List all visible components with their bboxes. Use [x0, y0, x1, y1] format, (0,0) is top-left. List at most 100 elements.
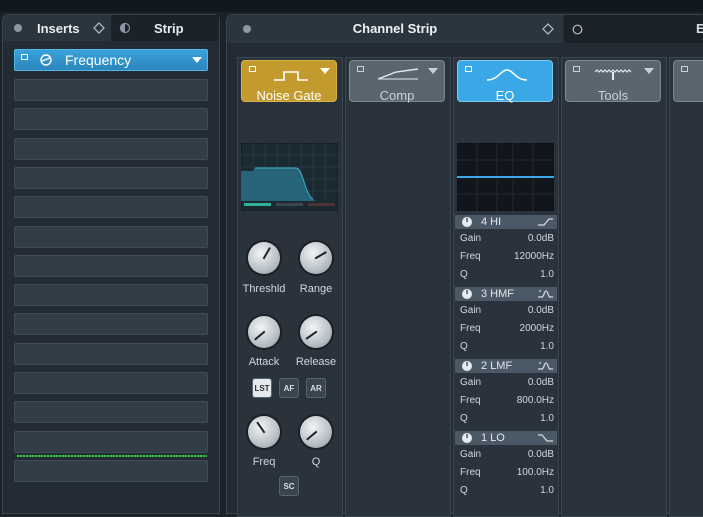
eq-gain-label: Gain: [460, 233, 482, 244]
bypass-icon[interactable]: [573, 66, 580, 72]
insert-slot[interactable]: [14, 284, 208, 307]
tab-strip[interactable]: Strip: [111, 15, 219, 41]
channel-strip-header: Channel Strip: [227, 15, 563, 43]
insert-slot-frequency[interactable]: Frequency: [14, 49, 208, 71]
insert-slot[interactable]: [14, 137, 208, 160]
insert-slot[interactable]: [14, 313, 208, 336]
eq-button[interactable]: EQ: [457, 60, 553, 103]
filter-shape-icon[interactable]: [537, 433, 554, 443]
threshold-knob[interactable]: [248, 242, 280, 274]
bypass-icon[interactable]: [249, 66, 256, 72]
comp-curve-icon: [377, 68, 419, 80]
noise-gate-button[interactable]: Noise Gate: [241, 60, 337, 103]
eq-q-value[interactable]: 1.0: [540, 485, 554, 496]
filter-shape-icon[interactable]: [537, 217, 554, 227]
eq-q-row[interactable]: Q 1.0: [460, 485, 554, 503]
dropdown-arrow-icon[interactable]: [644, 68, 654, 74]
insert-slot[interactable]: [14, 254, 208, 277]
bypass-icon[interactable]: [21, 54, 28, 60]
tools-button[interactable]: Tools: [565, 60, 661, 103]
insert-slot[interactable]: [14, 225, 208, 248]
q-knob[interactable]: [300, 416, 332, 448]
eq-freq-row[interactable]: Freq 100.0Hz: [460, 467, 554, 485]
eq-gain-row[interactable]: Gain 0.0dB: [460, 449, 554, 467]
bypass-icon[interactable]: [357, 66, 364, 72]
power-icon[interactable]: [461, 432, 473, 444]
filter-shape-icon[interactable]: [537, 361, 554, 371]
eq-freq-label: Freq: [460, 251, 481, 262]
insert-slot[interactable]: [14, 430, 208, 453]
eq-gain-value[interactable]: 0.0dB: [528, 233, 554, 244]
insert-slot[interactable]: [14, 372, 208, 394]
dropdown-arrow-icon[interactable]: [428, 68, 438, 74]
half-circle-icon: [119, 22, 131, 34]
insert-slot[interactable]: [14, 108, 208, 131]
sidechain-button[interactable]: SC: [279, 476, 299, 496]
eq-freq-value[interactable]: 12000Hz: [514, 251, 554, 262]
tab-inserts[interactable]: Inserts: [3, 15, 111, 41]
eq-freq-row[interactable]: Freq 800.0Hz: [460, 395, 554, 413]
eq-freq-value[interactable]: 2000Hz: [520, 323, 554, 334]
attack-label: Attack: [248, 356, 280, 368]
insert-slot[interactable]: [14, 166, 208, 189]
range-label: Range: [299, 283, 333, 295]
lst-button[interactable]: LST: [252, 378, 272, 398]
dropdown-arrow-icon[interactable]: [320, 68, 330, 74]
dropdown-arrow-icon[interactable]: [192, 57, 202, 63]
clipped-header-text: E: [696, 21, 703, 36]
eq-band-header[interactable]: 3 HMF: [455, 287, 557, 301]
eq-q-value[interactable]: 1.0: [540, 413, 554, 424]
edit-icon[interactable]: [39, 53, 53, 67]
eq-freq-row[interactable]: Freq 12000Hz: [460, 251, 554, 269]
insert-slot[interactable]: [14, 401, 208, 424]
eq-q-value[interactable]: 1.0: [540, 341, 554, 352]
release-knob[interactable]: [300, 316, 332, 348]
af-button[interactable]: AF: [279, 378, 299, 398]
eq-freq-value[interactable]: 800.0Hz: [517, 395, 554, 406]
range-knob[interactable]: [300, 242, 332, 274]
eq-band-header[interactable]: 2 LMF: [455, 359, 557, 373]
module-name: Comp: [379, 88, 415, 103]
diamond-icon[interactable]: [542, 23, 554, 35]
filter-shape-icon[interactable]: [537, 289, 554, 299]
eq-q-value[interactable]: 1.0: [540, 269, 554, 280]
tools-column: Tools: [561, 57, 667, 517]
insert-slot[interactable]: [14, 342, 208, 365]
eq-gain-label: Gain: [460, 377, 482, 388]
eq-q-row[interactable]: Q 1.0: [460, 413, 554, 431]
eq-q-label: Q: [460, 485, 468, 496]
power-icon[interactable]: [461, 360, 473, 372]
power-icon[interactable]: [461, 288, 473, 300]
insert-slot[interactable]: [14, 79, 208, 101]
attack-knob[interactable]: [248, 316, 280, 348]
diamond-icon[interactable]: [93, 22, 105, 34]
comp-button[interactable]: Comp: [349, 60, 445, 103]
eq-q-label: Q: [460, 341, 468, 352]
eq-q-row[interactable]: Q 1.0: [460, 269, 554, 287]
eq-band-header[interactable]: 4 HI: [455, 215, 557, 229]
panel-title: Channel Strip: [352, 21, 438, 36]
power-icon[interactable]: [461, 216, 473, 228]
eq-band-header[interactable]: 1 LO: [455, 431, 557, 445]
circle-icon[interactable]: [572, 24, 583, 35]
eq-gain-row[interactable]: Gain 0.0dB: [460, 233, 554, 251]
next-module-column: [669, 57, 703, 517]
noise-gate-column: Noise Gate Threshld Range Attack Release…: [237, 57, 343, 517]
eq-gain-row[interactable]: Gain 0.0dB: [460, 305, 554, 323]
eq-gain-value[interactable]: 0.0dB: [528, 377, 554, 388]
bypass-icon[interactable]: [681, 66, 688, 72]
bypass-icon[interactable]: [465, 66, 472, 72]
eq-freq-value[interactable]: 100.0Hz: [517, 467, 554, 478]
eq-gain-row[interactable]: Gain 0.0dB: [460, 377, 554, 395]
eq-gain-label: Gain: [460, 449, 482, 460]
insert-slot[interactable]: [14, 459, 208, 482]
next-module-button[interactable]: [673, 60, 703, 102]
module-name: Tools: [597, 88, 629, 103]
eq-freq-row[interactable]: Freq 2000Hz: [460, 323, 554, 341]
insert-slot[interactable]: [14, 196, 208, 219]
freq-knob[interactable]: [248, 416, 280, 448]
eq-q-row[interactable]: Q 1.0: [460, 341, 554, 359]
eq-gain-value[interactable]: 0.0dB: [528, 449, 554, 460]
eq-gain-value[interactable]: 0.0dB: [528, 305, 554, 316]
ar-button[interactable]: AR: [306, 378, 326, 398]
